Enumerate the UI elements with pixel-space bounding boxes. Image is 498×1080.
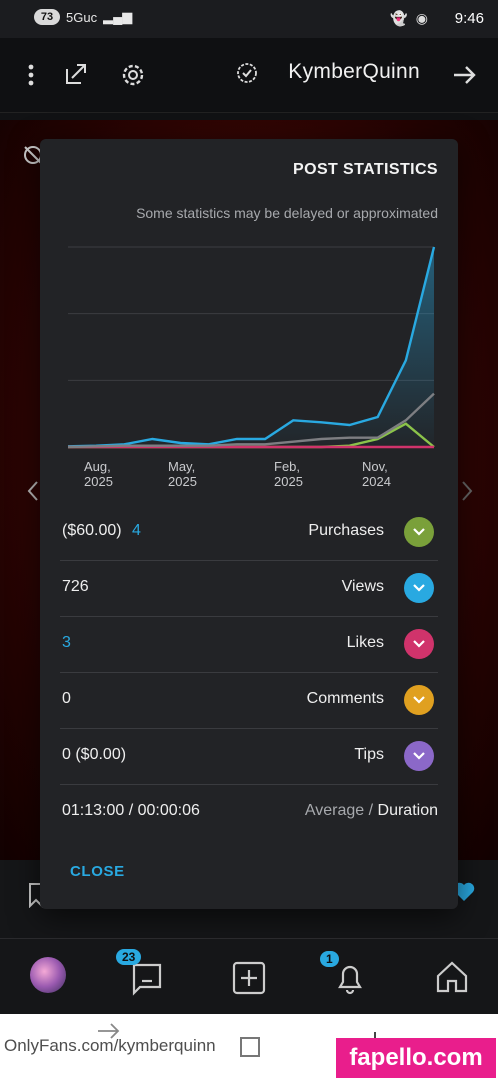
bottom-navigation: 23 1: [0, 938, 498, 1015]
more-vertical-icon: [28, 64, 34, 86]
tabs-icon[interactable]: [238, 1034, 264, 1065]
profile-avatar[interactable]: [30, 957, 66, 993]
battery-indicator: 73: [34, 9, 60, 25]
settings-button[interactable]: [116, 58, 150, 92]
purchases-count: 4: [132, 522, 141, 539]
comments-value: 0: [62, 690, 71, 707]
dialog-title: POST STATISTICS: [293, 161, 438, 178]
back-button[interactable]: [448, 58, 482, 92]
notifications-badge: 1: [320, 951, 339, 967]
duration-main-label: Duration: [377, 802, 438, 819]
comments-chevron-icon: [404, 685, 434, 715]
views-label: Views: [341, 578, 384, 595]
add-icon: [232, 961, 266, 995]
verified-badge-icon: [236, 62, 258, 84]
views-chevron-icon: [404, 573, 434, 603]
status-bar: 73 5Guc ▂▄▆ 9:46 👻 ◉: [0, 0, 498, 38]
watermark: fapello.com: [336, 1038, 496, 1078]
stat-row-purchases[interactable]: ($60.00) 4 Purchases: [60, 504, 438, 561]
x-tick-label: Nov, 2024: [362, 459, 391, 489]
likes-value: 3: [62, 634, 71, 651]
ghost-icon: 👻: [390, 10, 408, 26]
network-label: 5Guc: [66, 9, 98, 25]
share-icon: [66, 64, 86, 84]
statistics-chart: Nov, 2024 Feb, 2025 May, 2025 Aug, 2025: [67, 246, 436, 489]
likes-chevron-icon: [404, 629, 434, 659]
tips-chevron-icon: [404, 741, 434, 771]
arrow-right-icon: [454, 66, 476, 84]
stat-row-likes[interactable]: 3 Likes: [60, 616, 438, 673]
gear-icon: [122, 64, 144, 86]
series-line-views: [67, 246, 436, 448]
home-nav-item[interactable]: [432, 957, 472, 1002]
status-left: 73 5Guc ▂▄▆: [34, 9, 132, 25]
stat-row-views[interactable]: 726 Views: [60, 560, 438, 617]
tips-value: 0 ($0.00): [62, 746, 127, 763]
duration-value: 01:13:00 / 00:00:06: [62, 802, 200, 819]
duration-label: Average / Duration: [305, 802, 438, 820]
likes-label: Likes: [346, 634, 384, 651]
signal-icon: ▂▄▆: [103, 9, 133, 24]
purchases-label: Purchases: [308, 522, 384, 539]
duration-sub-label: Average: [304, 802, 365, 819]
chart-x-labels: Nov, 2024 Feb, 2025 May, 2025 Aug, 2025: [84, 459, 391, 489]
share-button[interactable]: [60, 58, 92, 90]
x-tick-label: Feb, 2025: [274, 459, 303, 489]
prev-arrow-icon[interactable]: [26, 480, 40, 507]
notifications-nav-item[interactable]: 1: [320, 951, 370, 1002]
alert-icon: ◉: [415, 10, 428, 26]
stat-row-tips[interactable]: 0 ($0.00) Tips: [60, 728, 438, 785]
x-tick-label: May, 2025: [168, 459, 197, 489]
app-header: KymberQuinn: [0, 38, 498, 113]
views-value: 726: [62, 578, 89, 595]
profile-title: KymberQuinn: [288, 60, 420, 83]
new-post-nav-item[interactable]: [230, 959, 268, 1002]
stat-row-duration: 01:13:00 / 00:00:06 Average / Duration: [60, 784, 438, 840]
purchases-value: ($60.00) 4: [62, 522, 141, 540]
home-icon: [436, 961, 468, 993]
messages-badge: 23: [116, 949, 142, 965]
status-time: 9:46: [454, 10, 484, 27]
tips-label: Tips: [354, 746, 384, 763]
messages-nav-item[interactable]: 23: [116, 949, 168, 1002]
post-statistics-dialog: POST STATISTICS Some statistics may be d…: [40, 139, 458, 909]
next-arrow-icon[interactable]: [460, 480, 474, 507]
comments-label: Comments: [306, 690, 384, 707]
purchases-chevron-icon: [404, 517, 434, 547]
duration-separator: /: [364, 802, 378, 819]
stat-row-comments[interactable]: 0 Comments: [60, 672, 438, 729]
more-menu-button[interactable]: [16, 58, 46, 92]
close-button[interactable]: CLOSE: [70, 863, 125, 880]
purchases-extra: ($60.00): [62, 522, 122, 539]
dialog-subtitle: Some statistics may be delayed or approx…: [136, 205, 438, 221]
x-tick-label: Aug, 2025: [84, 459, 113, 489]
views-area: [68, 247, 434, 447]
url-text[interactable]: OnlyFans.com/kymberquinn: [4, 1036, 216, 1056]
notification-icons: 👻 ◉: [390, 10, 428, 27]
